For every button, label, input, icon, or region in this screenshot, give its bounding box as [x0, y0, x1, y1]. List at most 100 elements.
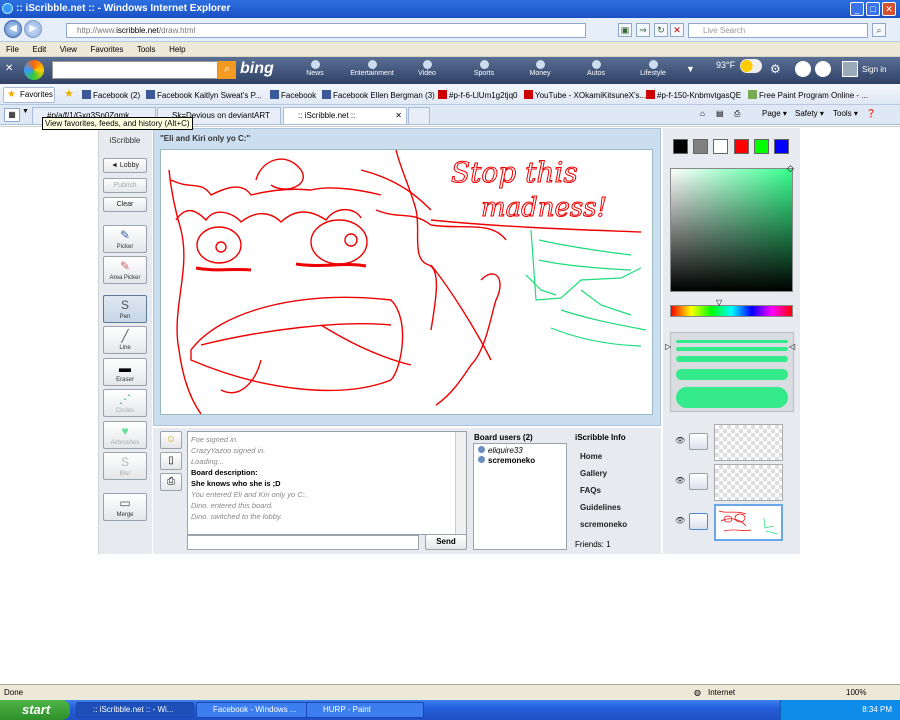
eraser-tool[interactable]: ▬ Eraser: [103, 358, 147, 386]
bing-tab-money[interactable]: Money: [513, 59, 567, 81]
minimize-button[interactable]: _: [850, 2, 864, 16]
layer-button-active[interactable]: [689, 513, 708, 530]
refresh-icon[interactable]: ↻: [654, 23, 668, 37]
send-button[interactable]: Send: [425, 534, 467, 550]
close-toolbar-icon[interactable]: ✕: [5, 63, 13, 74]
info-link-faqs[interactable]: FAQs: [580, 486, 601, 495]
layer-thumbnail[interactable]: [714, 464, 783, 501]
layer-visibility-eye-icon[interactable]: 👁: [675, 436, 685, 445]
menu-favorites[interactable]: Favorites: [90, 45, 123, 54]
area-picker-tool[interactable]: ✎ Area Picker: [103, 256, 147, 284]
print-chat-button[interactable]: ⎙: [160, 473, 182, 491]
fav-item[interactable]: Free Paint Program Online - ...: [748, 90, 868, 100]
close-button[interactable]: ✕: [882, 2, 896, 16]
menu-tools[interactable]: Tools: [137, 45, 156, 54]
user-item[interactable]: eliquire33: [478, 446, 562, 456]
circles-tool[interactable]: ⋰ Circles: [103, 389, 147, 417]
fav-item[interactable]: Facebook Kaitlyn Sweat's P...: [146, 90, 262, 100]
bing-tab-news[interactable]: News: [288, 59, 342, 81]
pin-chat-button[interactable]: ▯: [160, 452, 182, 470]
forward-button[interactable]: ▶: [24, 20, 42, 38]
bing-tab-video[interactable]: Video: [400, 59, 454, 81]
menu-edit[interactable]: Edit: [32, 45, 46, 54]
size-handle-right-icon[interactable]: ◁: [789, 342, 795, 351]
add-favorite-icon[interactable]: ★: [64, 87, 74, 100]
menu-help[interactable]: Help: [169, 45, 185, 54]
info-link-gallery[interactable]: Gallery: [580, 469, 607, 478]
swatch-white[interactable]: [713, 139, 728, 154]
layer-button[interactable]: [689, 473, 708, 490]
airbrush-tool[interactable]: ♥ Airbrushes: [103, 421, 147, 449]
info-link-guidelines[interactable]: Guidelines: [580, 503, 621, 512]
bing-search-button[interactable]: ⌕: [218, 61, 236, 79]
bing-search-input[interactable]: [52, 61, 218, 79]
maximize-button[interactable]: □: [866, 2, 880, 16]
info-link-profile[interactable]: scremoneko: [580, 520, 627, 529]
swatch-red[interactable]: [734, 139, 749, 154]
feeds-icon[interactable]: ▤: [716, 109, 724, 118]
brush-size-option[interactable]: [676, 356, 788, 362]
stop-icon[interactable]: ✕: [670, 23, 684, 37]
new-tab-button[interactable]: [408, 107, 430, 124]
search-input[interactable]: Live Search: [688, 23, 868, 38]
back-button[interactable]: ◀: [4, 20, 22, 38]
merge-button[interactable]: ▭ Merge: [103, 493, 147, 521]
settings-gear-icon[interactable]: ⚙: [770, 62, 781, 76]
blur-tool[interactable]: S Blur: [103, 452, 147, 480]
zoom-level[interactable]: 100%: [846, 685, 866, 700]
brush-size-option[interactable]: [676, 347, 788, 351]
pen-tool[interactable]: S Pen: [103, 295, 147, 323]
tools-menu[interactable]: Tools ▾: [833, 109, 858, 118]
menu-view[interactable]: View: [60, 45, 77, 54]
emoticon-button[interactable]: ☺: [160, 431, 182, 449]
swatch-blue[interactable]: [774, 139, 789, 154]
search-icon[interactable]: ⌕: [872, 23, 886, 37]
size-handle-left-icon[interactable]: ▷: [665, 342, 671, 351]
help-icon[interactable]: ❓: [866, 109, 876, 118]
swatch-green[interactable]: [754, 139, 769, 154]
publish-button[interactable]: Publish: [103, 178, 147, 193]
taskbar-item[interactable]: Facebook - Windows ...: [196, 702, 314, 718]
fav-item[interactable]: #p-f-150-KnbmvtgasQE: [646, 90, 741, 100]
clear-button[interactable]: Clear: [103, 197, 147, 212]
find-icon[interactable]: [815, 61, 831, 77]
brush-size-option[interactable]: [676, 369, 788, 380]
layer-thumbnail-active[interactable]: [714, 504, 783, 541]
quick-tabs-icon[interactable]: ▦: [4, 108, 20, 122]
more-chevron-icon[interactable]: ▼: [686, 64, 695, 74]
picker-handle-icon[interactable]: ◇: [787, 163, 794, 174]
address-input[interactable]: http://www.iscribble.net/draw.html: [66, 23, 586, 38]
layer-button[interactable]: [689, 433, 708, 450]
lobby-button[interactable]: ◄ Lobby: [103, 158, 147, 173]
fav-item[interactable]: #p-f-6-LlUm1g2tjq0: [438, 90, 517, 100]
fav-item[interactable]: YouTube - XOkamiKitsuneX's...: [524, 90, 646, 100]
print-icon[interactable]: ⎙: [734, 109, 740, 119]
swatch-gray[interactable]: [693, 139, 708, 154]
hue-slider[interactable]: [670, 305, 793, 317]
safety-menu[interactable]: Safety ▾: [795, 109, 824, 118]
user-item[interactable]: scremoneko: [478, 456, 562, 466]
picker-tool[interactable]: ✎ Picker: [103, 225, 147, 253]
layer-visibility-eye-icon[interactable]: 👁: [675, 476, 685, 485]
swatch-black[interactable]: [673, 139, 688, 154]
bing-tab-lifestyle[interactable]: Lifestyle: [626, 59, 680, 81]
page-menu[interactable]: Page ▾: [762, 109, 787, 118]
sign-in-link[interactable]: Sign in: [862, 65, 886, 74]
hue-handle-icon[interactable]: ▽: [716, 298, 722, 307]
layer-thumbnail[interactable]: [714, 424, 783, 461]
info-link-home[interactable]: Home: [580, 452, 602, 461]
chat-scrollbar[interactable]: [455, 432, 466, 534]
color-picker-gradient[interactable]: [670, 168, 793, 292]
fav-item[interactable]: Facebook: [270, 90, 316, 100]
close-tab-icon[interactable]: ✕: [395, 108, 402, 123]
bing-tab-entertainment[interactable]: Entertainment: [345, 59, 399, 81]
taskbar-item[interactable]: HURP - Paint: [306, 702, 424, 718]
start-button[interactable]: start: [0, 700, 70, 720]
brush-size-option[interactable]: [676, 387, 788, 408]
home-icon[interactable]: ⌂: [700, 109, 705, 118]
tab-list-chevron-icon[interactable]: ▼: [22, 108, 29, 115]
highlight-icon[interactable]: [795, 61, 811, 77]
chat-input[interactable]: [187, 535, 419, 550]
line-tool[interactable]: ╱ Line: [103, 326, 147, 354]
fav-item[interactable]: Facebook (2): [82, 90, 140, 100]
